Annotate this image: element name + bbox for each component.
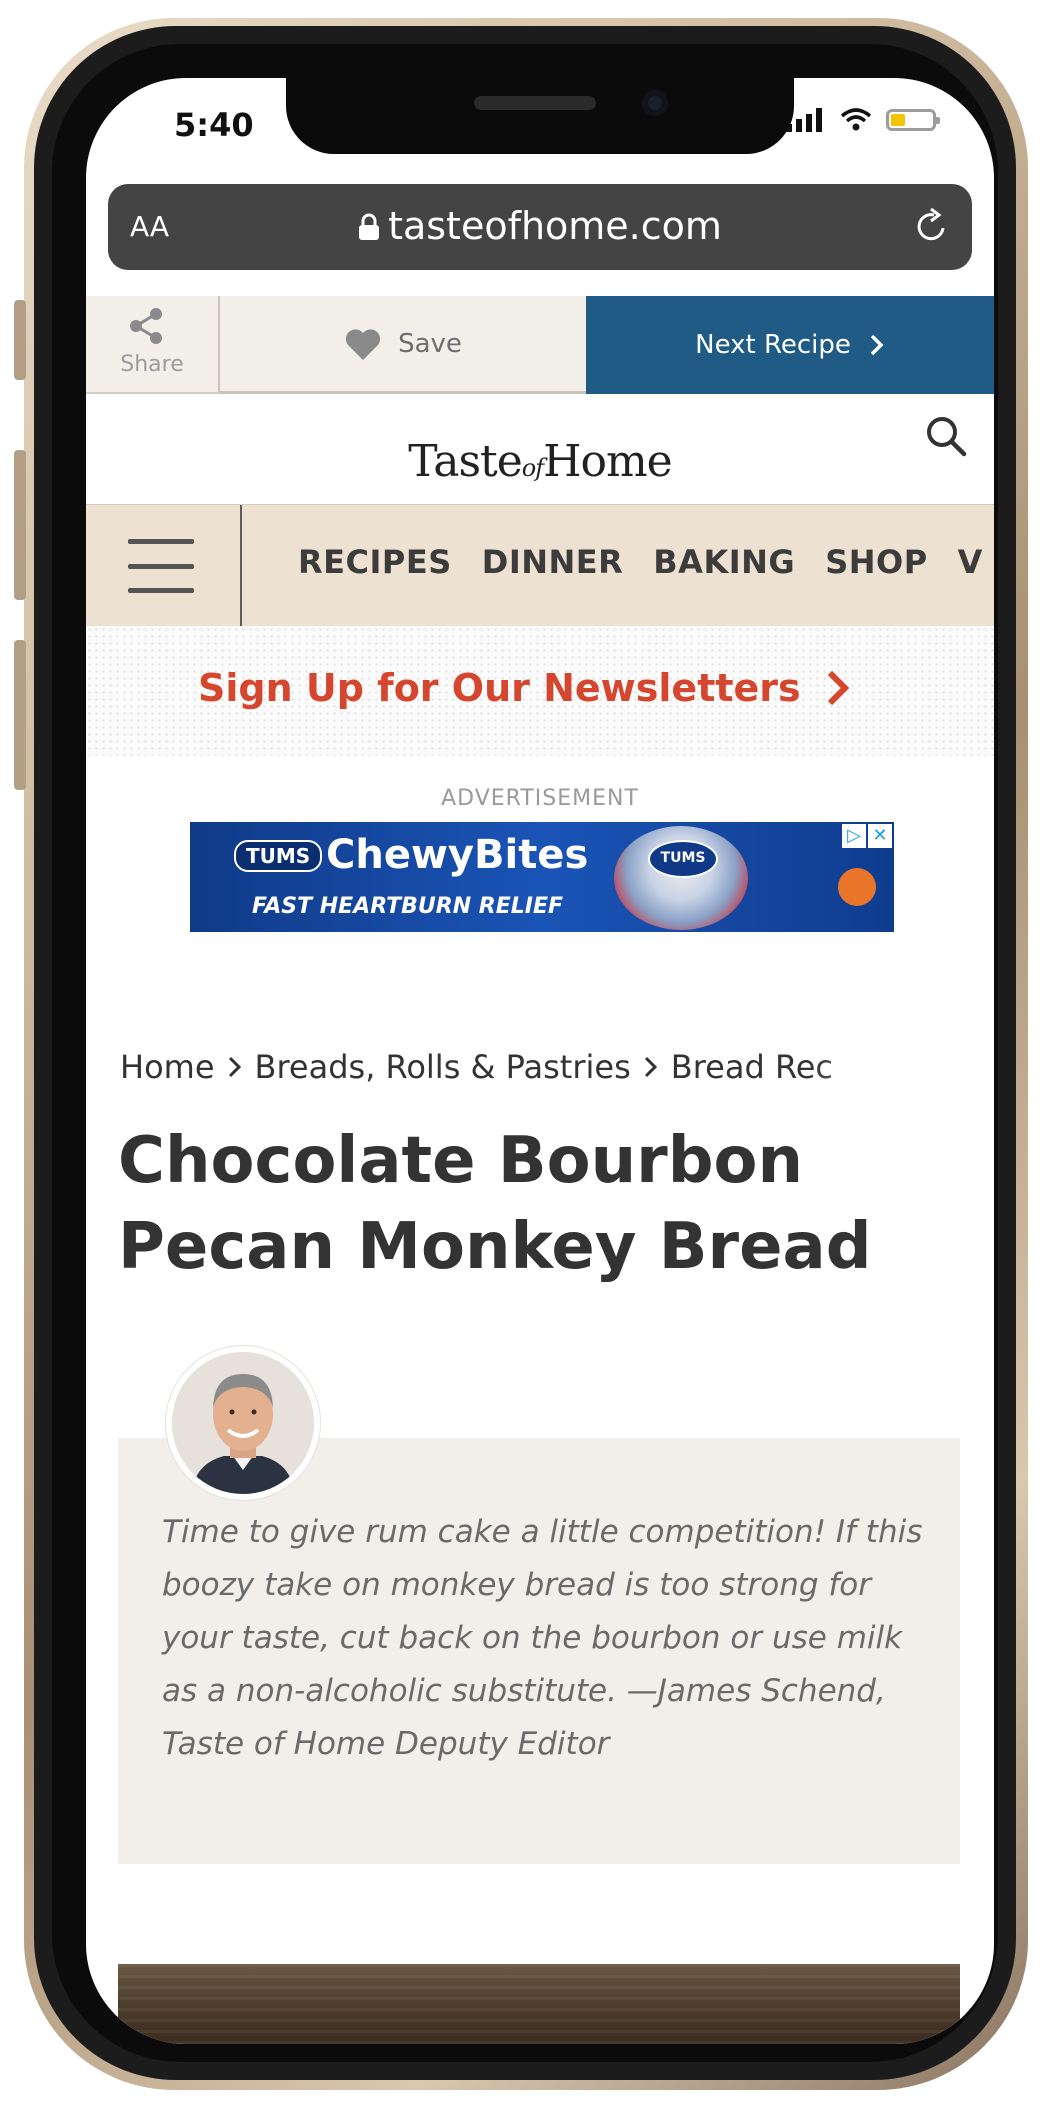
nav-item-shop[interactable]: SHOP: [825, 543, 927, 581]
site-logo[interactable]: TasteofHome: [86, 436, 994, 487]
chevron-right-icon: [827, 670, 849, 706]
chevron-right-icon: [870, 334, 884, 356]
nav-item-recipes[interactable]: RECIPES: [298, 543, 452, 581]
author-photo: [172, 1352, 314, 1494]
share-icon: [130, 308, 162, 344]
save-label: Save: [398, 328, 462, 359]
avatar: [166, 1346, 320, 1500]
recipe-action-bar: Share Save Next Recipe: [86, 296, 994, 394]
newsletter-signup-link[interactable]: Sign Up for Our Newsletters: [198, 666, 849, 710]
volume-up-button: [14, 450, 26, 600]
status-time: 5:40: [174, 106, 254, 144]
next-recipe-button[interactable]: Next Recipe: [586, 296, 994, 394]
logo-part2: Home: [543, 436, 673, 487]
nav-item-cut-off[interactable]: V: [958, 543, 983, 581]
lock-icon: [359, 213, 380, 240]
volume-down-button: [14, 640, 26, 790]
reload-icon[interactable]: [912, 206, 950, 246]
share-button[interactable]: Share: [86, 296, 220, 394]
hamburger-menu-icon[interactable]: [128, 539, 194, 593]
front-camera: [642, 90, 668, 116]
share-label: Share: [120, 352, 184, 377]
status-icons: [786, 108, 940, 132]
search-icon[interactable]: [924, 414, 968, 458]
ad-product-name: ChewyBites: [326, 832, 589, 878]
recipe-hero-image[interactable]: [118, 1964, 960, 2044]
chevron-right-icon: [228, 1056, 241, 1078]
nav-item-baking[interactable]: BAKING: [653, 543, 795, 581]
nav-items: RECIPES DINNER BAKING SHOP V: [298, 543, 983, 581]
logo-part1: Taste: [408, 436, 522, 487]
wifi-icon: [840, 108, 872, 131]
chevron-right-icon: [644, 1056, 657, 1078]
adchoices-icon[interactable]: ▷: [842, 824, 866, 848]
url-domain-text: tasteofhome.com: [388, 204, 722, 248]
save-button[interactable]: Save: [220, 296, 586, 394]
ad-tagline: FAST HEARTBURN RELIEF: [252, 894, 564, 919]
ad-brand-badge: TUMS: [234, 840, 323, 872]
breadcrumb-bread-recipes[interactable]: Bread Rec: [671, 1048, 833, 1086]
next-recipe-label: Next Recipe: [695, 330, 851, 360]
logo-of: of: [521, 454, 544, 482]
ad-choices: ▷ ✕: [842, 824, 892, 848]
heart-icon: [345, 328, 381, 360]
battery-icon: [886, 109, 940, 131]
close-icon[interactable]: ✕: [868, 824, 892, 848]
nav-item-dinner[interactable]: DINNER: [482, 543, 624, 581]
notch: [286, 78, 794, 154]
advertisement-label: ADVERTISEMENT: [441, 786, 639, 811]
mute-switch: [14, 300, 26, 380]
ad-product-jar-image: TUMS: [614, 826, 748, 930]
ad-product-image: [838, 868, 876, 906]
recipe-intro-text: Time to give rum cake a little competiti…: [162, 1514, 923, 1762]
nav-divider: [240, 505, 242, 627]
breadcrumb-breads[interactable]: Breads, Rolls & Pastries: [255, 1048, 631, 1086]
newsletter-label: Sign Up for Our Newsletters: [198, 666, 801, 710]
url-bar[interactable]: AA tasteofhome.com: [108, 184, 972, 270]
recipe-title: Chocolate Bourbon Pecan Monkey Bread: [118, 1124, 872, 1284]
newsletter-banner: Sign Up for Our Newsletters: [86, 626, 994, 756]
ad-jar-label: TUMS: [648, 840, 718, 878]
ad-banner[interactable]: TUMS ChewyBites FAST HEARTBURN RELIEF TU…: [190, 822, 894, 932]
phone-screen: 5:40 AA tasteofhome.com Share Save Next …: [86, 78, 994, 2044]
url-address[interactable]: tasteofhome.com: [108, 204, 972, 248]
breadcrumb: Home Breads, Rolls & Pastries Bread Rec: [120, 1048, 960, 1086]
speaker-grille: [474, 96, 596, 110]
breadcrumb-home[interactable]: Home: [120, 1048, 215, 1086]
main-nav: RECIPES DINNER BAKING SHOP V: [86, 504, 994, 627]
